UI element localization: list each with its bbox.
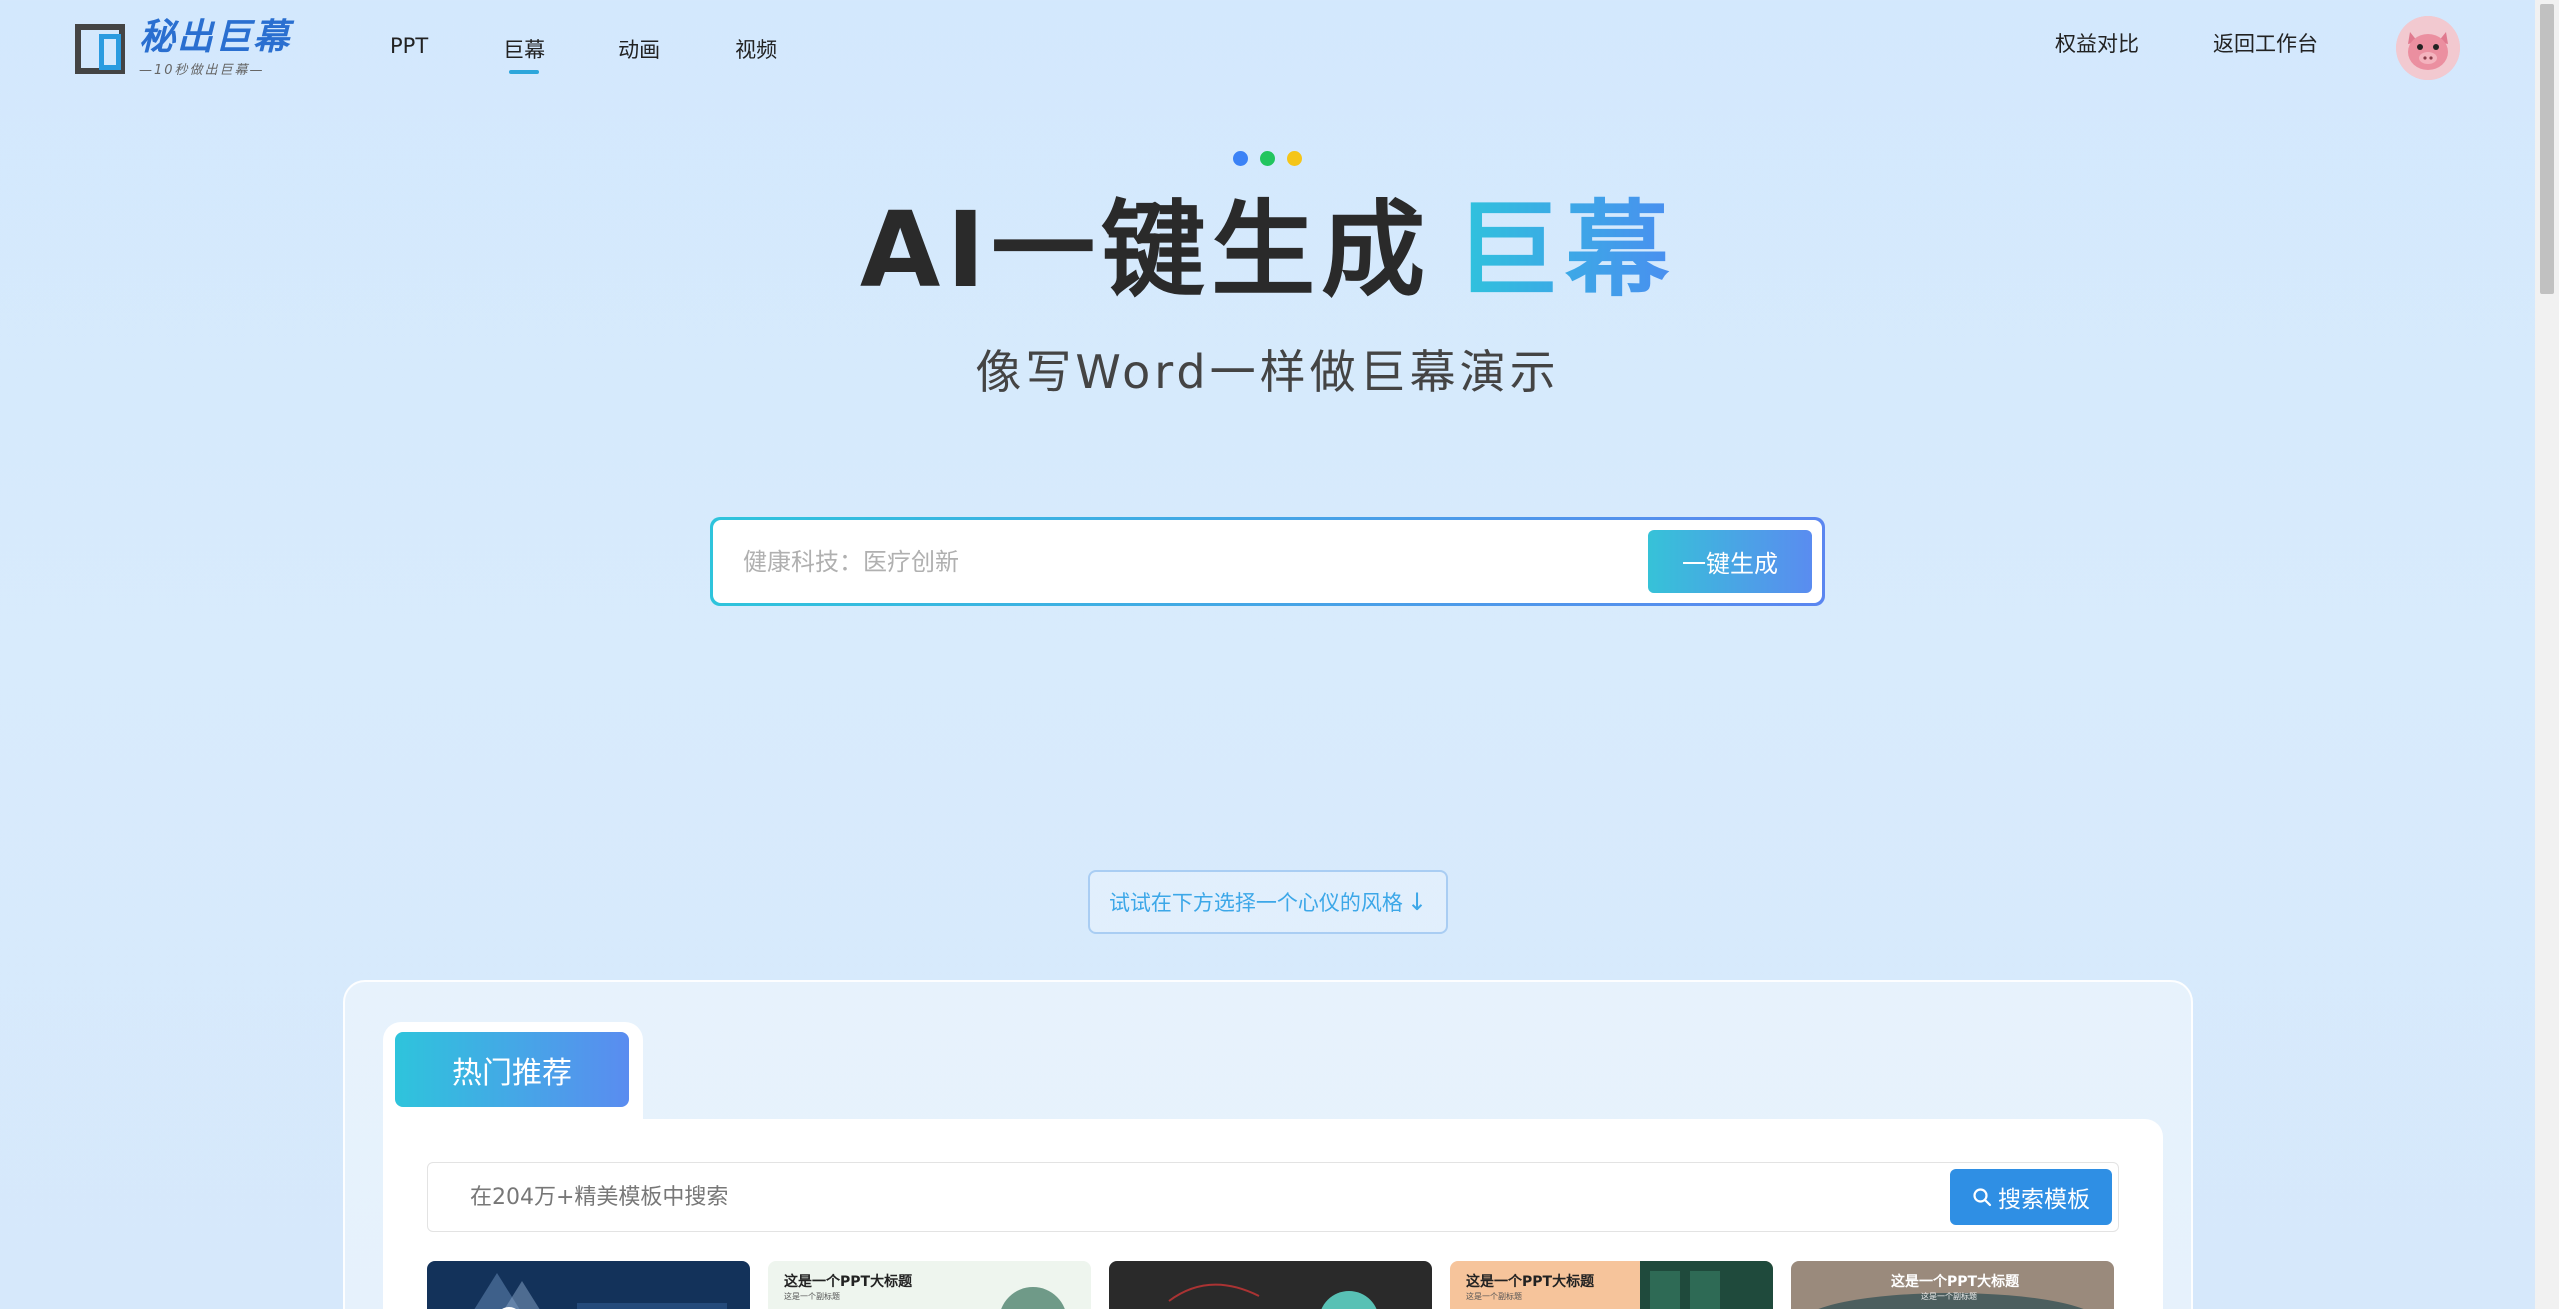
- scrollbar-thumb[interactable]: [2540, 4, 2554, 294]
- hero-title: AI一键生成 巨幕: [0, 185, 2535, 315]
- search-icon: [1973, 1188, 1992, 1207]
- hero-title-accent: 巨幕: [1455, 189, 1676, 311]
- hero-dots: [1233, 151, 1302, 166]
- hero-subtitle: 像写Word一样做巨幕演示: [975, 345, 1560, 399]
- avatar[interactable]: [2396, 16, 2460, 80]
- template-card[interactable]: 这是一个PPT大标题 这是一个副标题: [1791, 1261, 2114, 1309]
- hero-title-main: AI一键生成: [859, 189, 1432, 311]
- nav-item-ppt[interactable]: PPT: [390, 30, 428, 68]
- page-scrollbar[interactable]: [2535, 0, 2559, 1309]
- logo-title: 秘出巨幕: [139, 16, 292, 58]
- style-hint-text: 试试在下方选择一个心仪的风格: [1108, 891, 1403, 915]
- template-preview-image: [1640, 1261, 1773, 1309]
- back-to-workspace-link[interactable]: 返回工作台: [2213, 28, 2318, 58]
- generator-box: 一键生成: [710, 517, 1825, 606]
- benefits-compare-link[interactable]: 权益对比: [2055, 28, 2139, 58]
- template-card[interactable]: [1109, 1261, 1432, 1309]
- generate-button[interactable]: 一键生成: [1648, 530, 1812, 593]
- template-card[interactable]: 这是一个PPT大标题 这是一个副标题: [768, 1261, 1091, 1309]
- logo-mark-icon: [73, 20, 129, 76]
- logo-text: 秘出巨幕 —10秒做出巨幕—: [139, 16, 292, 78]
- template-card-title: 这是一个PPT大标题: [1891, 1274, 2020, 1290]
- template-card-subtitle: 这是一个副标题: [1921, 1292, 1977, 1301]
- header-links: 权益对比 返回工作台: [2055, 28, 2318, 58]
- template-preview-image: [1001, 1287, 1065, 1309]
- template-card[interactable]: 这是一个PPT大标题 这是一个副标题: [1450, 1261, 1773, 1309]
- hero-dot-yellow: [1287, 151, 1302, 166]
- nav-item-video[interactable]: 视频: [735, 30, 777, 68]
- topic-input[interactable]: [743, 520, 1603, 603]
- nav-item-jumu[interactable]: 巨幕: [503, 30, 545, 74]
- template-grid: 这是一个PPT大标题 这是一个副标题 这是一个PPT大标题 这是一个副标题 这是…: [427, 1261, 2114, 1309]
- hero-dot-green: [1260, 151, 1275, 166]
- template-panel: 热门推荐: [343, 980, 2193, 1309]
- search-templates-button[interactable]: 搜索模板: [1950, 1169, 2112, 1225]
- tab-hot-recommend[interactable]: 热门推荐: [395, 1032, 629, 1107]
- nav-item-animation[interactable]: 动画: [618, 30, 660, 68]
- template-search-input[interactable]: [470, 1163, 1870, 1231]
- main-nav: PPT 巨幕 动画 视频: [390, 30, 777, 74]
- search-templates-label: 搜索模板: [1998, 1187, 2090, 1213]
- arrow-down-icon: ↓: [1406, 888, 1428, 916]
- pig-avatar-icon: [2396, 16, 2460, 80]
- template-card[interactable]: [427, 1261, 750, 1309]
- logo[interactable]: 秘出巨幕 —10秒做出巨幕—: [73, 18, 313, 78]
- hero-dot-blue: [1233, 151, 1248, 166]
- template-preview-image: [1168, 1283, 1377, 1309]
- template-preview-image: [474, 1273, 727, 1309]
- style-hint[interactable]: 试试在下方选择一个心仪的风格 ↓: [1088, 870, 1448, 934]
- logo-subtitle: —10秒做出巨幕—: [139, 62, 265, 78]
- template-search-box: 搜索模板: [427, 1162, 2119, 1232]
- top-header: 秘出巨幕 —10秒做出巨幕— PPT 巨幕 动画 视频 权益对比 返回工作台: [0, 0, 2535, 96]
